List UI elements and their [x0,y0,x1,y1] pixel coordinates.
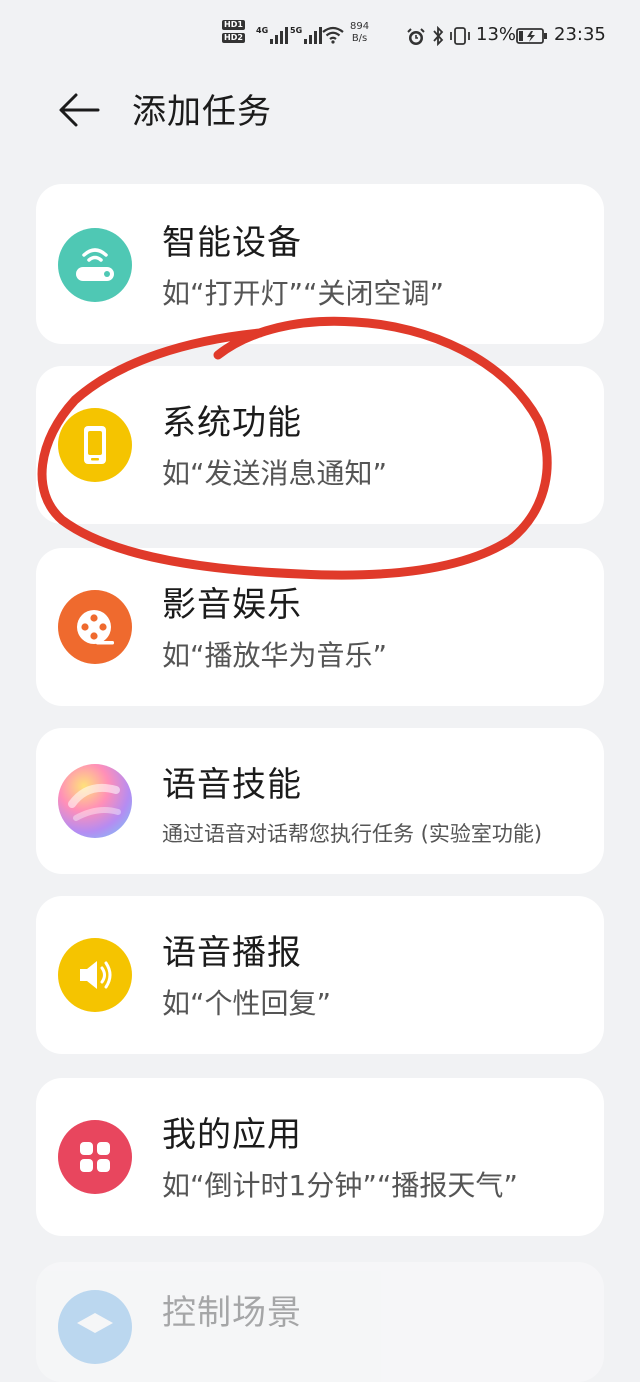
item-title: 系统功能 [162,403,302,443]
film-reel-icon [58,590,132,664]
router-icon [58,228,132,302]
back-button[interactable] [58,90,100,130]
item-description: 如“倒计时1分钟”“播报天气” [162,1169,518,1202]
task-card-my-apps[interactable]: 我的应用 如“倒计时1分钟”“播报天气” [36,1078,604,1236]
status-bar: HD1 HD2 4G 5G 894 B/s 13% 23:35 [0,18,640,58]
item-description: 如“播放华为音乐” [162,639,388,672]
network-speed: 894 B/s [350,21,370,44]
item-title: 智能设备 [162,223,302,263]
phone-icon [58,408,132,482]
network-type-2: 5G [290,26,303,35]
back-arrow-icon [59,93,100,127]
item-title: 控制场景 [162,1293,302,1333]
hd2-badge: HD2 [222,33,245,43]
alarm-icon [406,27,426,47]
signal-1: 4G [256,26,289,44]
signal-bars-icon [270,26,289,44]
item-title: 语音播报 [162,933,302,973]
layers-icon [58,1290,132,1364]
item-description: 如“个性回复” [162,987,332,1020]
signal-bars-icon [304,26,323,44]
item-title: 语音技能 [162,765,302,805]
network-type-1: 4G [256,26,269,35]
vibrate-icon [448,26,472,46]
battery-charging-icon [516,27,548,45]
task-card-smart-device[interactable]: 智能设备 如“打开灯”“关闭空调” [36,184,604,344]
item-title: 影音娱乐 [162,585,302,625]
task-card-voice-skill[interactable]: 语音技能 通过语音对话帮您执行任务 (实验室功能) [36,728,604,874]
item-description: 如“发送消息通知” [162,457,388,490]
voice-assistant-icon [58,764,132,838]
task-card-system-function[interactable]: 系统功能 如“发送消息通知” [36,366,604,524]
item-title: 我的应用 [162,1115,302,1155]
page-title: 添加任务 [132,92,272,132]
task-card-control-scene[interactable]: 控制场景 [36,1262,604,1382]
task-card-media[interactable]: 影音娱乐 如“播放华为音乐” [36,548,604,706]
signal-2: 5G [290,26,323,44]
item-description: 通过语音对话帮您执行任务 (实验室功能) [162,822,543,846]
item-description: 如“打开灯”“关闭空调” [162,277,445,310]
bluetooth-icon [432,26,444,46]
battery-percent: 13% [476,24,517,45]
speaker-icon [58,938,132,1012]
task-card-voice-broadcast[interactable]: 语音播报 如“个性回复” [36,896,604,1054]
hd1-badge: HD1 [222,20,245,30]
wifi-icon [322,26,344,44]
clock: 23:35 [554,24,606,45]
apps-grid-icon [58,1120,132,1194]
hd-indicator: HD1 HD2 [222,20,245,43]
